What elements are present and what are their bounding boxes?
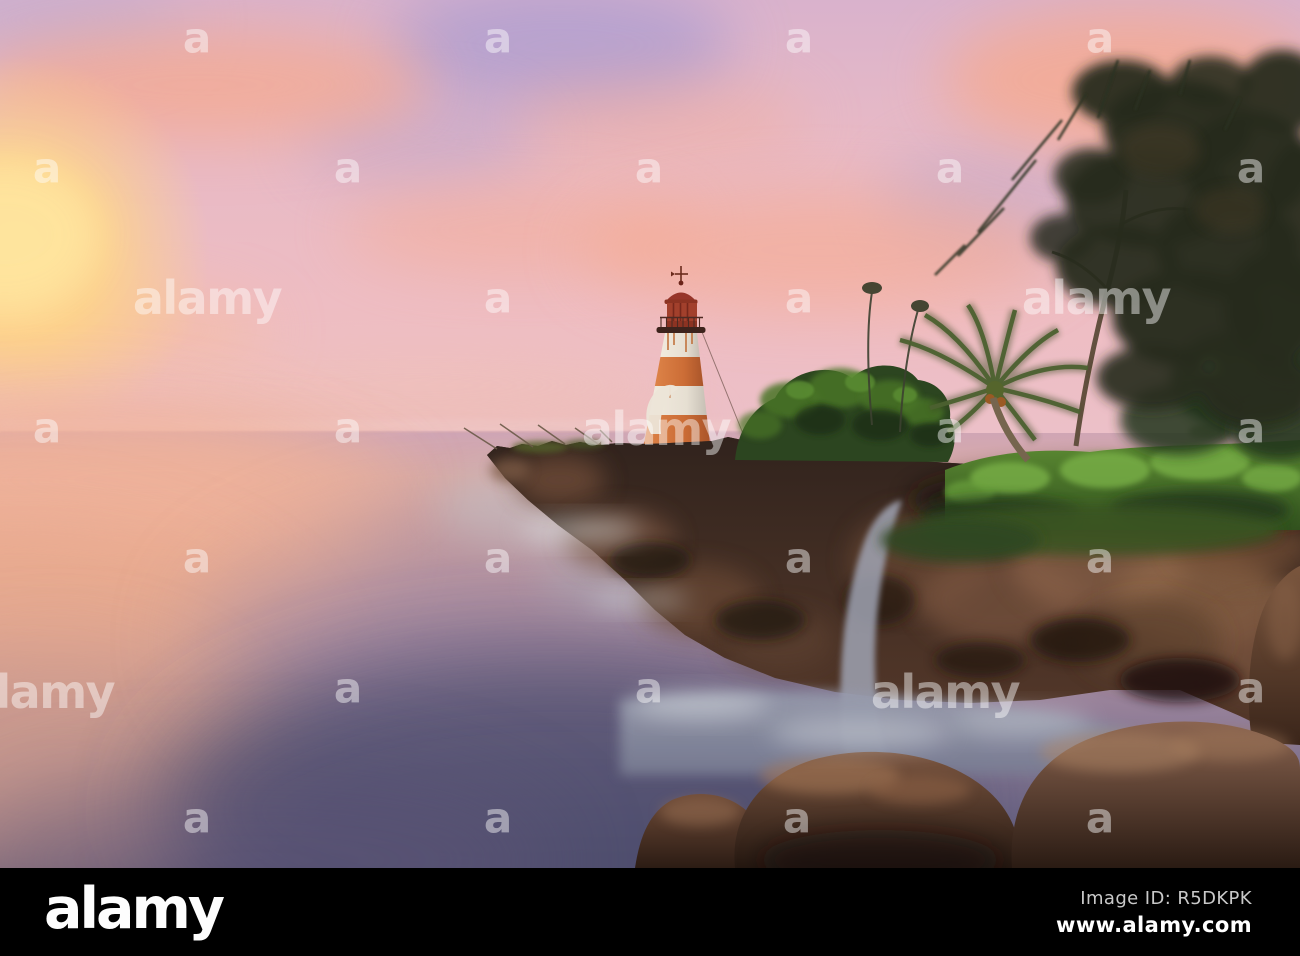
photo: alamyalamyalamyalamyalamyaaaaaaaaaaaaaaa… [0,0,1300,868]
lighthouse-lantern [664,292,698,327]
footer-bar: alamy Image ID: R5DKPK www.alamy.com [0,868,1300,956]
alamy-url: www.alamy.com [1056,912,1252,937]
alamy-logo: alamy [44,876,225,942]
stock-photo-page: alamyalamyalamyalamyalamyaaaaaaaaaaaaaaa… [0,0,1300,956]
image-id-label: Image ID: R5DKPK [1080,887,1252,909]
scene-graphic [0,0,1300,868]
footer-meta: Image ID: R5DKPK www.alamy.com [1056,888,1252,937]
